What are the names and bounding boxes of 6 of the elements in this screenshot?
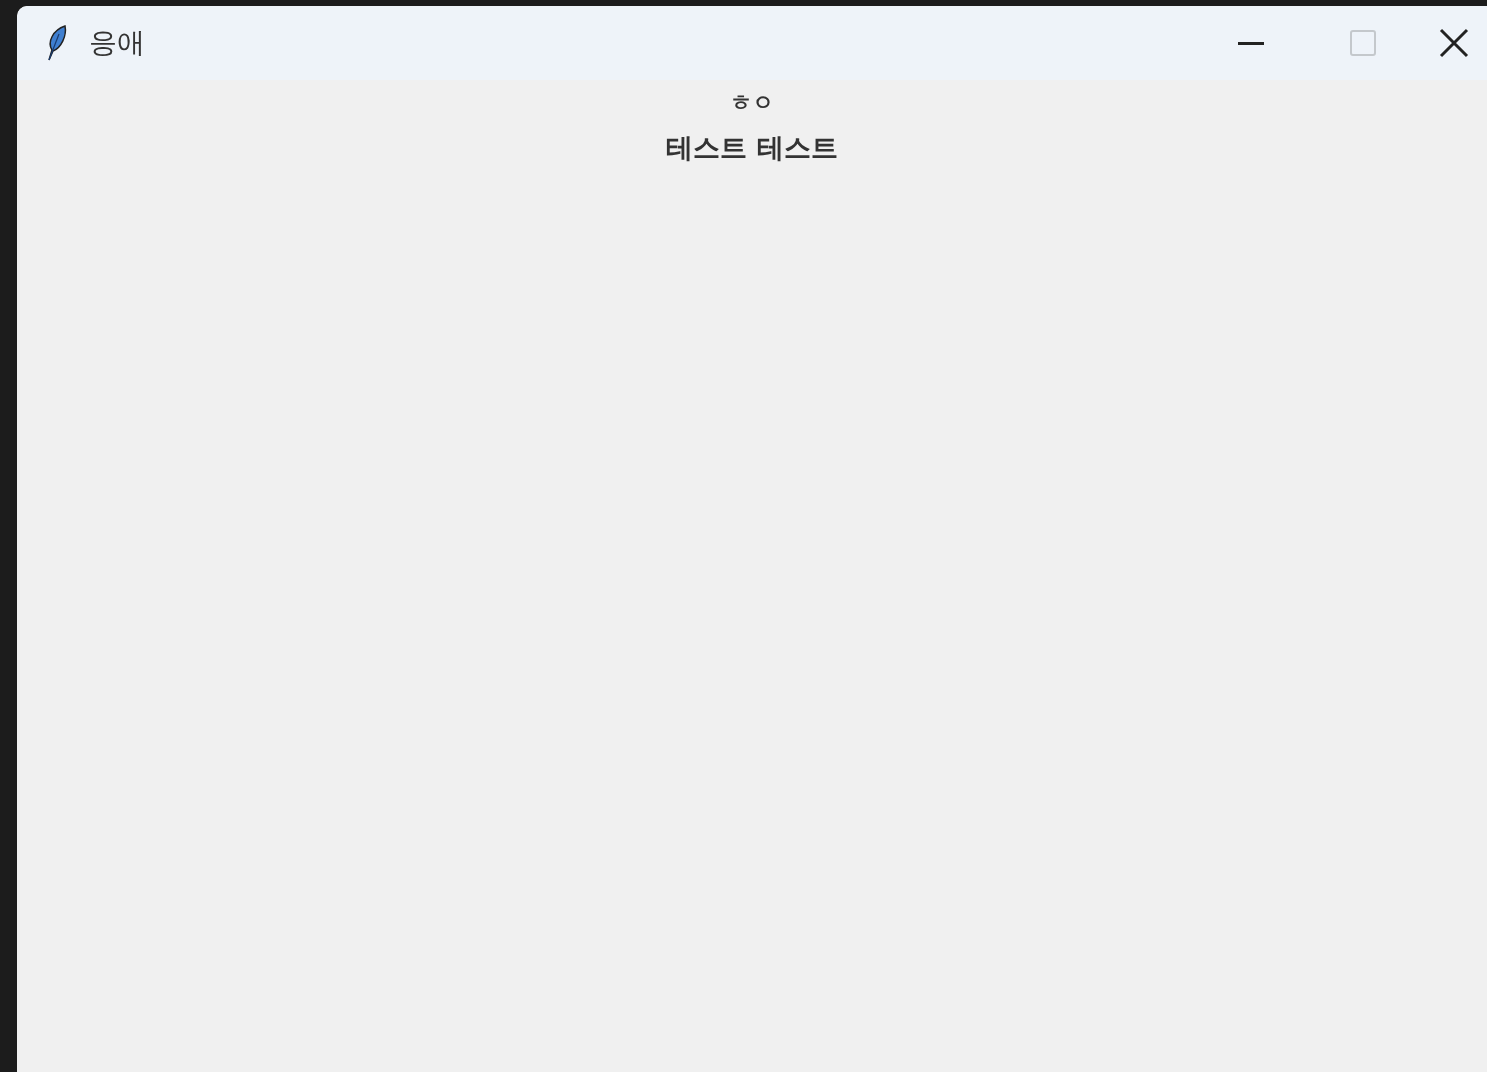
close-icon bbox=[1439, 28, 1469, 58]
maximize-icon bbox=[1348, 28, 1378, 58]
text-label: ㅎㅇ bbox=[730, 89, 774, 117]
window-title: 응애 bbox=[89, 25, 145, 61]
minimize-icon bbox=[1238, 41, 1264, 45]
text-label: 테스트 테스트 bbox=[666, 131, 838, 165]
